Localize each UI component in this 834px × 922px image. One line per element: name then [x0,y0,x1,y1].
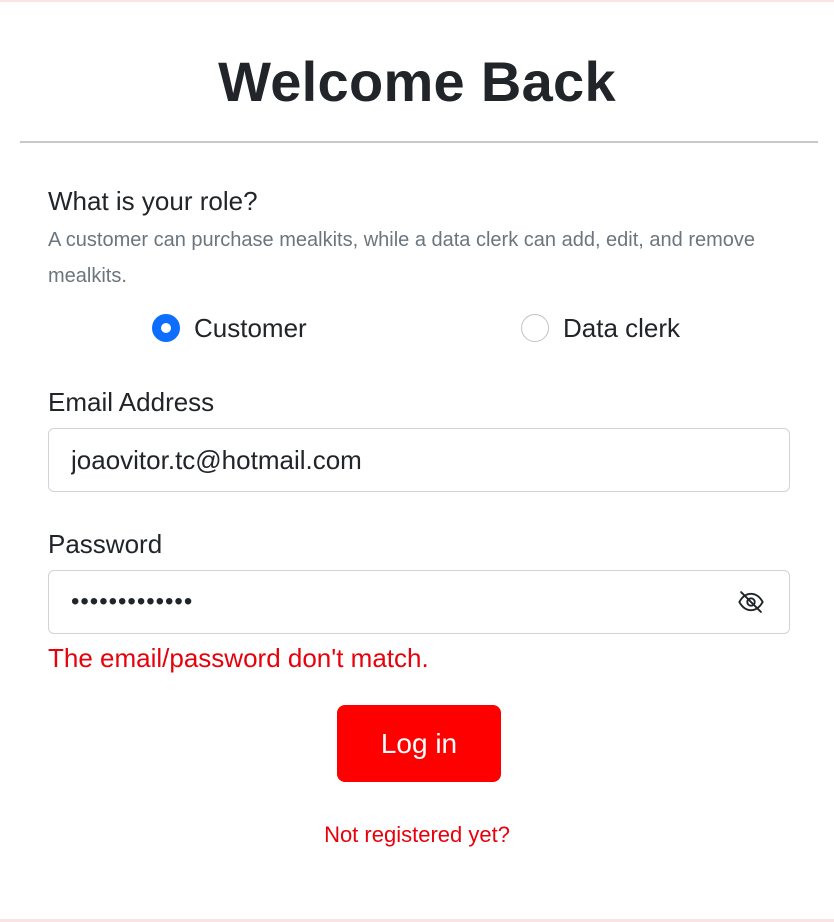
email-field[interactable]: joaovitor.tc@hotmail.com [48,428,790,492]
data-clerk-radio-button[interactable] [521,314,549,342]
login-button[interactable]: Log in [337,705,501,782]
email-label: Email Address [48,387,215,417]
customer-radio-label: Customer [194,313,307,343]
role-option-data-clerk[interactable]: Data clerk [521,312,680,344]
email-value[interactable]: joaovitor.tc@hotmail.com [71,443,767,477]
error-message: The email/password don't match. [48,643,429,673]
data-clerk-radio-label: Data clerk [563,313,681,343]
page-title: Welcome Back [218,50,616,113]
role-option-customer[interactable]: Customer [152,312,307,344]
login-page: Welcome Back What is your role? A custom… [0,0,834,922]
customer-radio-button[interactable] [152,314,180,342]
role-help-text: A customer can purchase mealkits, while … [48,229,756,287]
password-label: Password [48,529,163,559]
eye-slash-icon[interactable] [735,586,767,618]
password-field[interactable]: ••••••••••••• [48,570,790,634]
password-value[interactable]: ••••••••••••• [71,585,735,619]
role-question: What is your role? [48,186,258,216]
register-link[interactable]: Not registered yet? [0,820,834,850]
title-divider [20,141,818,143]
